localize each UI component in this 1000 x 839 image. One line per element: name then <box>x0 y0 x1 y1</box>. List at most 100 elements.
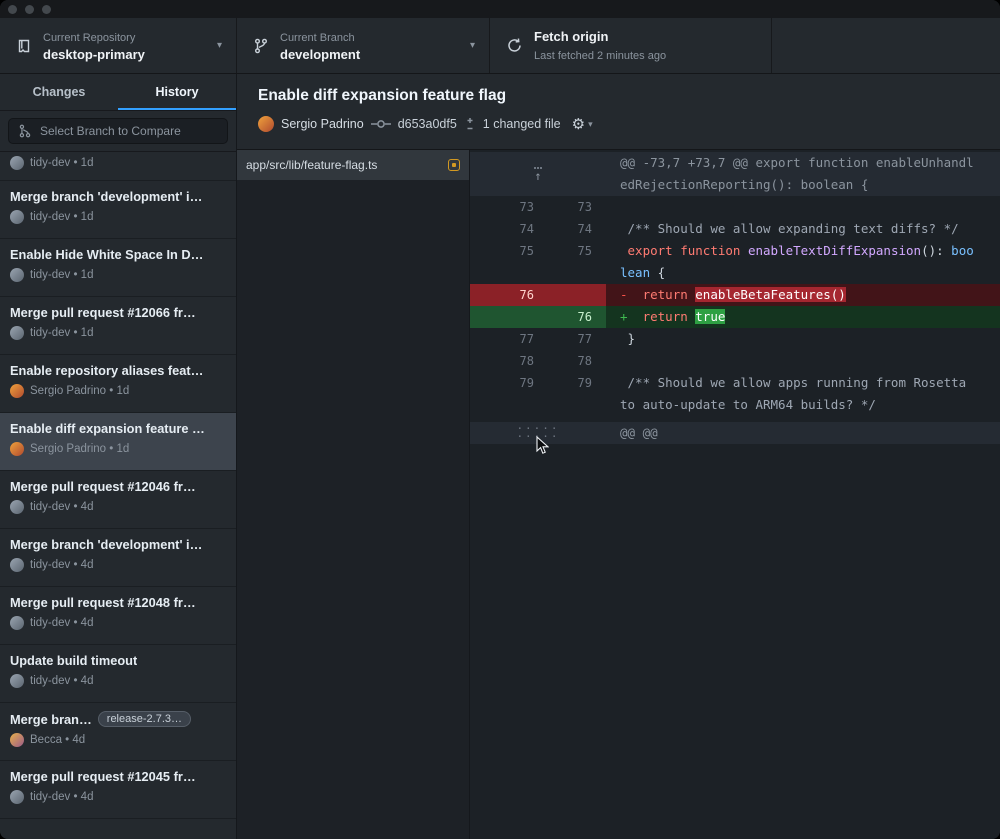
commit-list-item[interactable]: Merge branch 'development' i… tidy-dev •… <box>0 529 236 587</box>
commit-author-avatar <box>258 116 274 132</box>
author-avatar <box>10 384 24 398</box>
compare-branch-icon <box>18 124 32 138</box>
expand-hunk-up-button[interactable]: ↑ <box>470 152 606 196</box>
new-line-number: 77 <box>548 328 606 350</box>
diff-options-button[interactable]: ⚙ ▾ <box>572 115 593 133</box>
code-line-content <box>606 350 974 372</box>
github-desktop-window: Current Repository desktop-primary ▾ Cur… <box>0 0 1000 839</box>
code-token: /** Should we allow apps running from Ro… <box>620 375 974 412</box>
code-token: (): <box>921 243 951 258</box>
gear-icon: ⚙ <box>572 115 585 133</box>
author-avatar <box>10 210 24 224</box>
code-token <box>628 309 643 324</box>
diff-stat-icon <box>464 117 476 131</box>
commit-item-meta: tidy-dev • 1d <box>30 327 93 339</box>
commit-item-title: Enable repository aliases feat… <box>10 363 203 378</box>
author-avatar <box>10 733 24 747</box>
author-avatar <box>10 674 24 688</box>
code-token: { <box>650 265 665 280</box>
commit-item-title: Enable Hide White Space In D… <box>10 247 203 262</box>
zoom-window-button[interactable] <box>42 5 51 14</box>
code-line-content: @@ -73,7 +73,7 @@ export function enable… <box>606 152 974 196</box>
code-token: true <box>695 309 725 324</box>
code-line-content: - return enableBetaFeatures() <box>606 284 974 306</box>
branch-icon <box>253 38 269 54</box>
code-line-content: /** Should we allow expanding text diffs… <box>606 218 974 240</box>
diff-line: 7474 /** Should we allow expanding text … <box>470 218 1000 240</box>
expand-hunk-button[interactable]: ·········· <box>470 422 606 444</box>
tab-history[interactable]: History <box>118 74 236 110</box>
commit-item-title: Merge pull request #12066 fr… <box>10 305 196 320</box>
commit-item-meta: tidy-dev • 4d <box>30 501 93 513</box>
new-line-number: 73 <box>548 196 606 218</box>
commit-sha[interactable]: d653a0df5 <box>398 117 457 131</box>
changed-file-row[interactable]: app/src/lib/feature-flag.ts <box>237 150 469 180</box>
current-repository-button[interactable]: Current Repository desktop-primary ▾ <box>0 18 237 73</box>
changed-files-count: 1 changed file <box>483 117 561 131</box>
code-line-content: /** Should we allow apps running from Ro… <box>606 372 974 416</box>
chevron-down-icon: ▾ <box>217 40 222 51</box>
old-line-number: 78 <box>470 350 548 372</box>
current-repository-label: Current Repository <box>43 32 135 44</box>
commit-list-item[interactable]: Merge pull request #12045 fr… tidy-dev •… <box>0 761 236 819</box>
author-avatar <box>10 442 24 456</box>
old-line-number: 75 <box>470 240 548 284</box>
author-avatar <box>10 616 24 630</box>
release-tag-badge: release-2.7.3… <box>98 711 191 727</box>
commit-item-title: Merge pull request #12045 fr… <box>10 769 196 784</box>
commit-list-item[interactable]: Update build timeout tidy-dev • 4d <box>0 645 236 703</box>
old-line-number: 74 <box>470 218 548 240</box>
commit-item-title: Merge bran… <box>10 712 92 727</box>
commit-list-item[interactable]: Enable Hide White Space In D… tidy-dev •… <box>0 239 236 297</box>
commit-list-item[interactable]: Merge pull request #12046 fr… tidy-dev •… <box>0 471 236 529</box>
commit-list-item[interactable]: Enable repository aliases feat… Sergio P… <box>0 355 236 413</box>
changed-file-path: app/src/lib/feature-flag.ts <box>246 158 440 172</box>
commit-list-item[interactable]: Merge pull request #12066 fr… tidy-dev •… <box>0 297 236 355</box>
fetch-origin-button[interactable]: Fetch origin Last fetched 2 minutes ago <box>490 18 772 73</box>
fetch-origin-label: Fetch origin <box>534 29 608 44</box>
current-branch-button[interactable]: Current Branch development ▾ <box>237 18 490 73</box>
file-modified-status-icon <box>448 159 460 171</box>
code-token <box>740 243 748 258</box>
history-sidebar: Changes History Select Branch to Com <box>0 74 237 839</box>
chevron-down-icon: ▾ <box>588 119 593 130</box>
code-line-content: } <box>606 328 974 350</box>
commit-list-item[interactable]: Merge pull request #12048 fr… tidy-dev •… <box>0 587 236 645</box>
commit-item-title: Merge pull request #12046 fr… <box>10 479 196 494</box>
minimize-window-button[interactable] <box>25 5 34 14</box>
commit-item-meta: tidy-dev • 1d <box>30 269 93 281</box>
commit-list-item[interactable]: tidy-dev • 1d <box>0 152 236 181</box>
code-token <box>620 243 628 258</box>
code-line-content: @@ @@ <box>606 422 974 444</box>
commit-item-title: Merge branch 'development' i… <box>10 189 202 204</box>
code-token: - <box>620 287 628 302</box>
sidebar-tabs: Changes History <box>0 74 236 111</box>
changed-files-panel: app/src/lib/feature-flag.ts <box>237 150 470 839</box>
code-line-content: + return true <box>606 306 974 328</box>
commit-item-meta: tidy-dev • 4d <box>30 617 93 629</box>
commit-item-meta: tidy-dev • 1d <box>30 211 93 223</box>
old-line-number: 77 <box>470 328 548 350</box>
commit-item-title: Update build timeout <box>10 653 137 668</box>
commit-sha-icon <box>371 118 391 130</box>
tab-changes[interactable]: Changes <box>0 74 118 110</box>
commit-item-meta: tidy-dev • 4d <box>30 675 93 687</box>
commit-item-meta: Sergio Padrino • 1d <box>30 443 129 455</box>
close-window-button[interactable] <box>8 5 17 14</box>
select-branch-to-compare-button[interactable]: Select Branch to Compare <box>8 118 228 144</box>
old-line-number: 76 <box>470 284 548 306</box>
code-token: @@ @@ <box>620 425 658 440</box>
commit-item-meta: tidy-dev • 4d <box>30 791 93 803</box>
commit-list-item[interactable]: Merge bran… release-2.7.3… Becca • 4d <box>0 703 236 761</box>
commit-list-item[interactable]: Merge branch 'development' i… tidy-dev •… <box>0 181 236 239</box>
new-line-number: 75 <box>548 240 606 284</box>
commit-list-item[interactable]: Enable diff expansion feature … Sergio P… <box>0 413 236 471</box>
author-avatar <box>10 790 24 804</box>
commit-detail-pane: Enable diff expansion feature flag Sergi… <box>237 74 1000 839</box>
code-token: @@ -73,7 +73,7 @@ export function enable… <box>620 155 974 192</box>
code-line-content: export function enableTextDiffExpansion(… <box>606 240 974 284</box>
diff-line: 76 - return enableBetaFeatures() <box>470 284 1000 306</box>
compare-branch-placeholder: Select Branch to Compare <box>40 124 181 138</box>
commit-header: Enable diff expansion feature flag Sergi… <box>237 74 1000 150</box>
code-token: export <box>628 243 673 258</box>
